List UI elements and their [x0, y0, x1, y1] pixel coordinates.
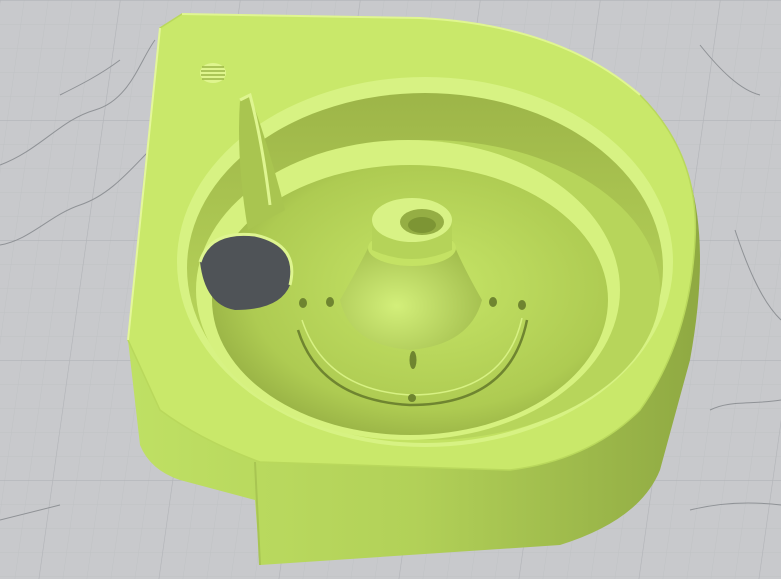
mount-hole [409, 351, 417, 369]
mount-hole [326, 297, 334, 307]
3d-part[interactable] [127, 13, 700, 566]
mount-hole [489, 297, 497, 307]
3d-viewport[interactable] [0, 0, 781, 579]
scene-canvas[interactable] [0, 0, 781, 579]
threaded-hole [200, 63, 226, 83]
mount-hole [299, 298, 307, 308]
mount-hole [408, 394, 416, 402]
mount-hole [518, 300, 526, 310]
